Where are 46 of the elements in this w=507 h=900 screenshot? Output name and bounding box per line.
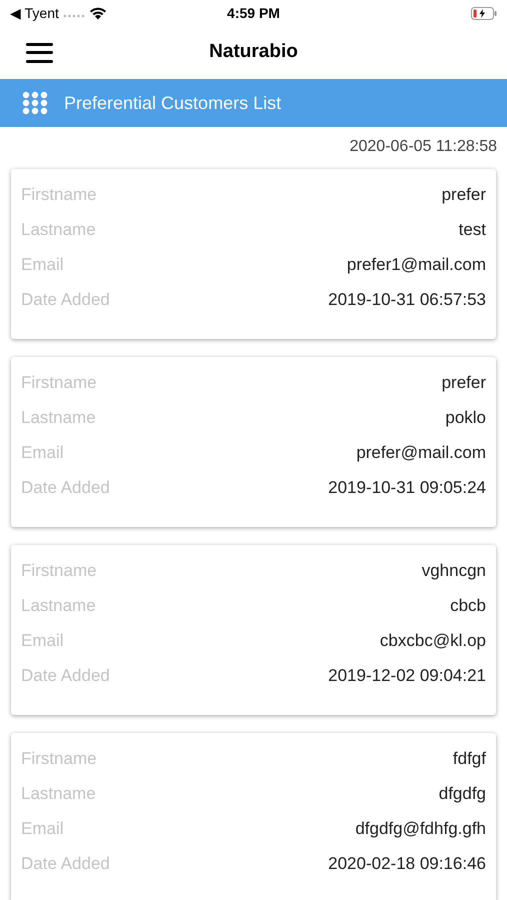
field-value: vghncgn (422, 560, 486, 582)
field-label: Lastname (21, 218, 96, 241)
field-value: poklo (445, 406, 486, 429)
field-label: Firstname (21, 184, 97, 206)
field-value: dfgdfg (438, 782, 486, 805)
field-value: cbcb (450, 594, 486, 617)
menu-button[interactable] (26, 42, 53, 62)
field-label: Firstname (21, 560, 97, 582)
customer-card[interactable]: Firstname vghncgn Lastname cbcb Email cbxcbc@kl.op Date Added 2019-12-02 09:04:21 (11, 545, 496, 715)
field-label: Date Added (21, 664, 110, 687)
field-label: Lastname (21, 406, 96, 429)
field-value: cbxcbc@kl.op (380, 630, 486, 652)
field-value: prefer (442, 372, 486, 394)
grid-icon (22, 91, 48, 115)
field-value: dfgdfg@fdhfg.gfh (355, 818, 486, 840)
field-label: Date Added (21, 476, 110, 499)
field-value: 2020-02-18 09:16:46 (328, 852, 486, 875)
field-label: Email (21, 818, 64, 840)
field-label: Email (21, 254, 64, 276)
section-title: Preferential Customers List (64, 92, 282, 114)
field-label: Email (21, 630, 64, 652)
field-value: 2019-10-31 09:05:24 (328, 476, 486, 499)
carrier-label[interactable]: ◀ Tyent (10, 2, 59, 24)
field-value: fdfgf (452, 748, 486, 770)
field-value: test (458, 218, 486, 241)
app-title: Naturabio (209, 40, 298, 64)
field-label: Date Added (21, 288, 110, 311)
battery-charging-icon (471, 6, 497, 20)
customer-card[interactable]: Firstname prefer Lastname poklo Email prefer@mail.com Date Added 2019-10-31 09:05:24 (11, 357, 496, 527)
field-label: Firstname (21, 372, 97, 394)
field-value: 2019-10-31 06:57:53 (328, 288, 486, 311)
signal-dots-icon (62, 14, 85, 18)
field-value: prefer (442, 184, 486, 206)
field-value: prefer1@mail.com (346, 254, 486, 276)
status-time: 4:59 PM (227, 4, 280, 22)
field-value: prefer@mail.com (356, 442, 486, 464)
field-label: Lastname (21, 782, 96, 805)
field-label: Lastname (21, 594, 96, 617)
wifi-icon (88, 6, 107, 20)
timestamp: 2020-06-05 11:28:58 (350, 137, 497, 157)
field-label: Email (21, 442, 64, 464)
customer-card[interactable]: Firstname fdfgf Lastname dfgdfg Email dfgdfg@fdhfg.gfh Date Added 2020-02-18 09:16:46 (11, 733, 496, 900)
field-label: Firstname (21, 748, 97, 770)
field-value: 2019-12-02 09:04:21 (328, 664, 486, 687)
customer-card[interactable]: Firstname prefer Lastname test Email prefer1@mail.com Date Added 2019-10-31 06:57:53 (11, 169, 496, 339)
field-label: Date Added (21, 852, 110, 875)
